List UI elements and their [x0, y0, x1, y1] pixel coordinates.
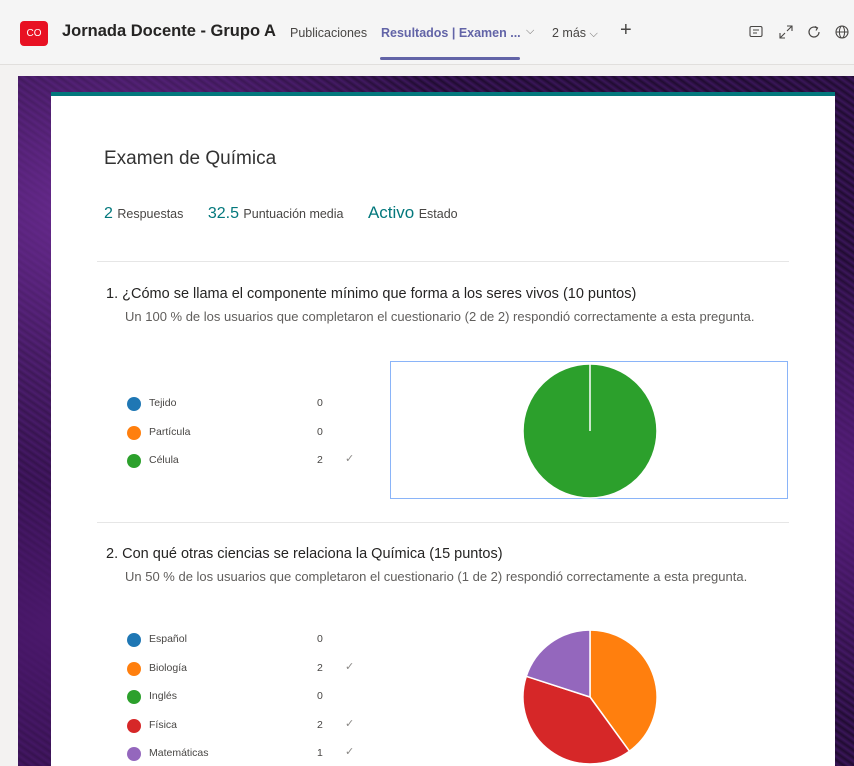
- legend-count: 2: [317, 718, 323, 731]
- pie-chart-q2[interactable]: [522, 629, 658, 765]
- legend-color-dot: [127, 454, 141, 468]
- responses-label: Respuestas: [117, 207, 184, 221]
- legend-label: Partícula: [149, 425, 191, 438]
- question-number: 1.: [106, 286, 119, 302]
- pie-chart-q1: [522, 363, 658, 499]
- legend-count: 1: [317, 747, 323, 759]
- expand-icon[interactable]: [778, 24, 794, 40]
- divider: [97, 261, 789, 262]
- question-1-description: Un 100 % de los usuarios que completaron…: [125, 309, 755, 324]
- legend-color-dot: [127, 633, 141, 647]
- divider: [97, 522, 789, 523]
- question-1-chart[interactable]: [390, 361, 788, 499]
- legend-label: Biología: [149, 661, 187, 674]
- responses-count[interactable]: 2: [104, 205, 113, 222]
- team-avatar[interactable]: CO: [20, 21, 48, 46]
- legend-count: 0: [317, 425, 323, 438]
- legend-label: Español: [149, 633, 187, 645]
- legend-count: 2: [317, 661, 323, 674]
- legend-count: 0: [317, 633, 323, 645]
- legend-count: 0: [317, 397, 323, 409]
- globe-icon[interactable]: [834, 24, 850, 40]
- question-2-description: Un 50 % de los usuarios que completaron …: [125, 569, 748, 584]
- add-tab-icon[interactable]: +: [620, 19, 632, 42]
- average-score-label: Puntuación media: [243, 207, 344, 221]
- legend-color-dot: [127, 397, 141, 411]
- tab-more[interactable]: 2 más ⌵: [552, 26, 598, 41]
- tab-publicaciones[interactable]: Publicaciones: [290, 26, 367, 40]
- legend-count: 0: [317, 690, 323, 702]
- question-number: 2.: [106, 546, 119, 562]
- conversation-icon[interactable]: [748, 24, 764, 40]
- tab-more-label: 2 más: [552, 26, 587, 40]
- legend-color-dot: [127, 690, 141, 704]
- active-tab-indicator: [380, 57, 520, 60]
- status-label: Estado: [418, 207, 458, 221]
- legend-count: 2: [317, 454, 323, 466]
- question-text: Con qué otras ciencias se relaciona la Q…: [122, 546, 503, 562]
- form-title: Examen de Química: [104, 148, 277, 169]
- legend-label: Tejido: [149, 397, 177, 409]
- legend-label: Física: [149, 718, 178, 731]
- correct-check-icon: ✓: [345, 746, 355, 758]
- legend-color-dot: [127, 718, 141, 733]
- question-text: ¿Cómo se llama el componente mínimo que …: [122, 286, 637, 302]
- legend-color-dot: [127, 747, 141, 761]
- question-1-title: 1. ¿Cómo se llama el componente mínimo q…: [106, 286, 636, 302]
- top-bar: CO Jornada Docente - Grupo A Publicacion…: [0, 0, 854, 65]
- average-score: 32.5: [207, 205, 239, 222]
- chevron-down-icon: ⌵: [589, 28, 598, 40]
- status-value: Activo: [367, 203, 415, 222]
- correct-check-icon: ✓: [345, 717, 355, 730]
- correct-check-icon: ✓: [345, 453, 355, 465]
- question-2-title: 2. Con qué otras ciencias se relaciona l…: [106, 546, 503, 562]
- legend-label: Matemáticas: [149, 747, 209, 759]
- refresh-icon[interactable]: [806, 24, 822, 40]
- legend-color-dot: [127, 425, 141, 440]
- correct-check-icon: ✓: [345, 660, 355, 673]
- tab-resultados[interactable]: Resultados | Examen ...: [381, 26, 521, 40]
- summary-stats: 2 Respuestas 32.5 Puntuación media Activ…: [104, 203, 478, 223]
- legend-label: Inglés: [149, 690, 178, 702]
- legend-color-dot: [127, 661, 141, 676]
- legend-label: Célula: [149, 454, 179, 466]
- chevron-down-icon[interactable]: ⌵: [526, 25, 534, 38]
- team-name[interactable]: Jornada Docente - Grupo A: [62, 22, 276, 41]
